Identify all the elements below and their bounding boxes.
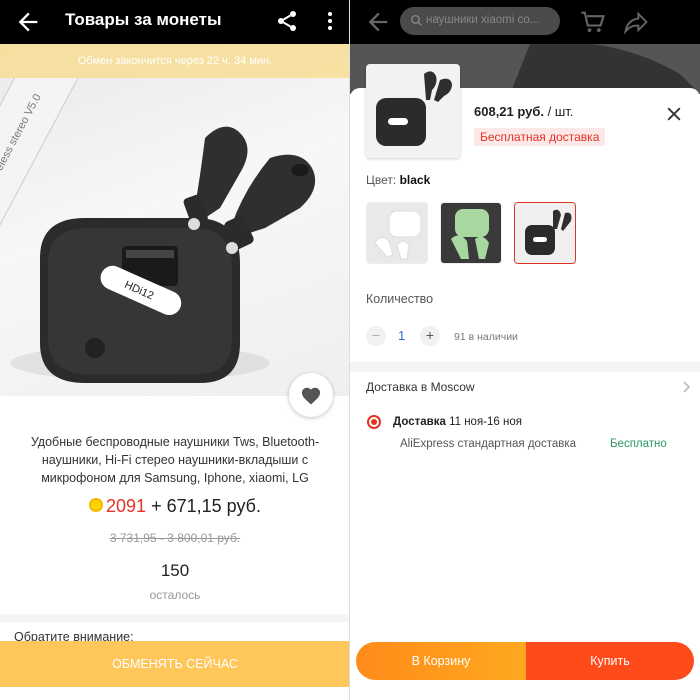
- divider: [0, 614, 350, 622]
- selected-sku-thumbnail: [366, 64, 460, 158]
- swatch-white[interactable]: [366, 202, 428, 264]
- share-icon[interactable]: [275, 9, 299, 33]
- search-placeholder: наушники xiaomi со...: [426, 14, 540, 26]
- quantity-value[interactable]: 1: [398, 328, 405, 343]
- swatch-black-selected[interactable]: [514, 202, 576, 264]
- delivery-method: AliExpress стандартная доставка: [400, 438, 577, 450]
- product-description: Удобные беспроводные наушники Tws, Bluet…: [30, 435, 320, 485]
- sku-bottom-sheet: 608,21 руб. / шт. Бесплатная доставка Цв…: [350, 64, 700, 700]
- quantity-minus-button[interactable]: −: [366, 326, 386, 346]
- delivery-option-title: Доставка 11 ноя-16 ноя: [393, 416, 522, 428]
- stock-label: осталось: [149, 588, 201, 602]
- quantity-plus-button[interactable]: +: [420, 326, 440, 346]
- favorite-button[interactable]: [289, 373, 333, 417]
- delivery-price: Бесплатно: [610, 438, 667, 450]
- coins-price: 2091: [106, 496, 147, 516]
- exchange-timer-banner: Обмен закончится через 22 ч. 34 мин.: [0, 44, 350, 78]
- coin-icon: [89, 498, 104, 512]
- coins-product-screen: Товары за монеты eless stereo V5.0 HDi12: [0, 0, 350, 700]
- product-image: eless stereo V5.0 HDi12 Обмен закончится…: [0, 44, 350, 396]
- search-icon: [410, 14, 422, 26]
- top-bar: Товары за монеты: [0, 0, 350, 44]
- back-arrow-icon[interactable]: [364, 8, 392, 36]
- price-row: 2091 + 671,15 руб.: [0, 496, 350, 517]
- search-input[interactable]: наушники xiaomi со...: [400, 7, 560, 35]
- buy-now-button[interactable]: Купить: [526, 642, 694, 680]
- back-arrow-icon[interactable]: [14, 8, 42, 36]
- page-title: Товары за монеты: [65, 10, 222, 29]
- add-to-cart-button[interactable]: В Корзину: [356, 642, 526, 680]
- delivery-destination[interactable]: Доставка в Moscow: [366, 380, 475, 394]
- forward-share-icon[interactable]: [622, 8, 650, 36]
- stock-count: 150: [160, 561, 190, 580]
- exchange-now-button[interactable]: ОБМЕНЯТЬ СЕЙЧАС: [0, 641, 350, 687]
- divider: [350, 362, 700, 372]
- in-stock-count: 91 в наличии: [454, 331, 518, 343]
- chevron-right-icon[interactable]: [680, 381, 692, 393]
- swatch-green[interactable]: [440, 202, 502, 264]
- sku-selector-screen: наушники xiaomi со... 608,21 руб. / шт. …: [350, 0, 700, 700]
- old-price: 3 731,95 - 3 800,01 руб.: [109, 531, 241, 545]
- earbuds-photo: eless stereo V5.0 HDi12: [0, 78, 316, 383]
- top-bar-dimmed: наушники xiaomi со...: [350, 0, 700, 44]
- close-icon[interactable]: [664, 104, 684, 124]
- color-label: Цвет: black: [366, 173, 431, 187]
- selected-price: 608,21 руб. / шт.: [474, 104, 574, 119]
- delivery-option-radio[interactable]: [367, 415, 381, 429]
- more-vertical-icon[interactable]: [318, 9, 342, 33]
- money-price: + 671,15 руб.: [151, 496, 261, 516]
- cart-icon[interactable]: [579, 8, 607, 36]
- quantity-label: Количество: [366, 292, 434, 306]
- heart-icon: [301, 387, 321, 405]
- free-shipping-badge: Бесплатная доставка: [474, 128, 606, 146]
